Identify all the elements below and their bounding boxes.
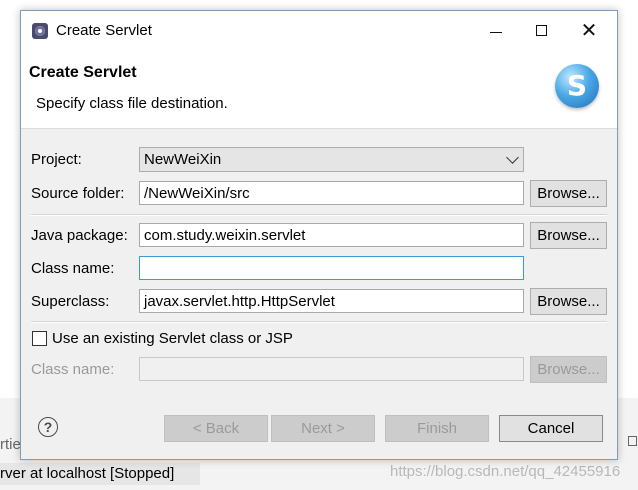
eclipse-app-icon bbox=[32, 23, 48, 39]
class-name-label: Class name: bbox=[31, 260, 115, 277]
source-folder-browse-button[interactable]: Browse... bbox=[530, 180, 607, 207]
create-servlet-dialog: Create Servlet ✕ Create Servlet Specify … bbox=[20, 10, 618, 460]
close-button[interactable]: ✕ bbox=[565, 11, 613, 51]
existing-class-browse-button[interactable]: Browse... bbox=[530, 356, 607, 383]
superclass-label: Superclass: bbox=[31, 293, 110, 310]
wizard-header: Create Servlet Specify class file destin… bbox=[21, 51, 617, 129]
source-folder-label: Source folder: bbox=[31, 185, 125, 202]
next-button[interactable]: Next > bbox=[271, 415, 375, 442]
servlet-logo-icon: S bbox=[555, 64, 599, 108]
chevron-down-icon bbox=[506, 151, 519, 164]
maximize-button[interactable] bbox=[519, 11, 567, 51]
existing-class-name-input[interactable] bbox=[139, 357, 524, 381]
cancel-button[interactable]: Cancel bbox=[499, 415, 603, 442]
window-title: Create Servlet bbox=[56, 22, 152, 39]
project-label: Project: bbox=[31, 151, 82, 168]
server-status-text: rver at localhost [Stopped] bbox=[0, 465, 175, 482]
java-package-label: Java package: bbox=[31, 227, 128, 244]
separator-1 bbox=[31, 214, 607, 216]
maximize-icon bbox=[536, 25, 547, 36]
project-combo-value: NewWeiXin bbox=[144, 151, 222, 168]
background-view-icon bbox=[628, 436, 637, 446]
help-icon[interactable]: ? bbox=[38, 417, 58, 437]
superclass-browse-button[interactable]: Browse... bbox=[530, 288, 607, 315]
source-folder-input[interactable]: /NewWeiXin/src bbox=[139, 181, 524, 205]
wizard-description: Specify class file destination. bbox=[36, 95, 228, 112]
finish-button[interactable]: Finish bbox=[385, 415, 489, 442]
java-package-browse-button[interactable]: Browse... bbox=[530, 222, 607, 249]
background-partial-label: rtie bbox=[0, 436, 21, 453]
superclass-input[interactable]: javax.servlet.http.HttpServlet bbox=[139, 289, 524, 313]
use-existing-checkbox[interactable] bbox=[32, 331, 47, 346]
wizard-title: Create Servlet bbox=[29, 64, 137, 81]
existing-class-name-label: Class name: bbox=[31, 361, 115, 378]
class-name-input[interactable] bbox=[139, 256, 524, 280]
back-button[interactable]: < Back bbox=[164, 415, 268, 442]
project-combo[interactable]: NewWeiXin bbox=[139, 147, 524, 172]
title-bar[interactable]: Create Servlet ✕ bbox=[21, 11, 617, 51]
minimize-button[interactable] bbox=[473, 11, 521, 51]
close-icon: ✕ bbox=[580, 20, 598, 42]
watermark-text: https://blog.csdn.net/qq_42455916 bbox=[390, 463, 621, 480]
use-existing-label[interactable]: Use an existing Servlet class or JSP bbox=[52, 330, 293, 347]
minimize-icon bbox=[490, 32, 502, 33]
separator-2 bbox=[31, 321, 607, 323]
java-package-input[interactable]: com.study.weixin.servlet bbox=[139, 223, 524, 247]
